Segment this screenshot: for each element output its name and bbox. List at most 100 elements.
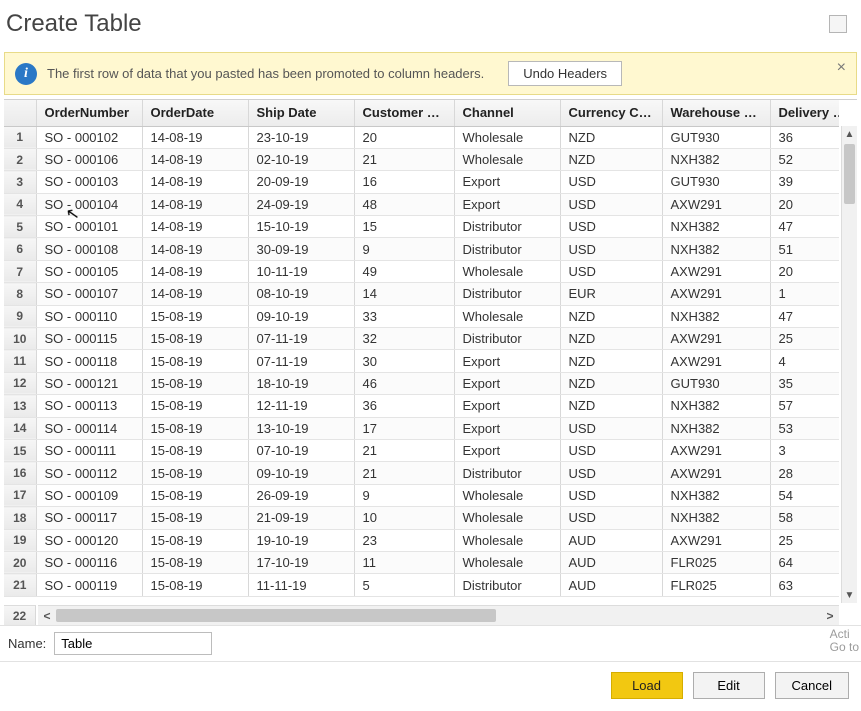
scroll-right-icon[interactable]: > [821,609,839,623]
cell[interactable]: 28 [770,462,839,484]
cell[interactable]: 52 [770,148,839,170]
table-row[interactable]: 4SO - 00010414-08-1924-09-1948ExportUSDA… [4,193,839,215]
cell[interactable]: 07-11-19 [248,350,354,372]
cell[interactable]: 13-10-19 [248,417,354,439]
scroll-left-icon[interactable]: < [38,609,56,623]
cell[interactable]: 14-08-19 [142,193,248,215]
cell[interactable]: 26-09-19 [248,484,354,506]
cell[interactable]: 15 [354,216,454,238]
col-header[interactable]: Ship Date [248,100,354,126]
cell[interactable]: 48 [354,193,454,215]
cell[interactable]: NXH382 [662,507,770,529]
cell[interactable]: SO - 000107 [36,283,142,305]
cell[interactable]: NXH382 [662,305,770,327]
cell[interactable]: SO - 000105 [36,260,142,282]
cell[interactable]: 14-08-19 [142,260,248,282]
table-row[interactable]: 20SO - 00011615-08-1917-10-1911Wholesale… [4,551,839,573]
table-row[interactable]: 15SO - 00011115-08-1907-10-1921ExportUSD… [4,439,839,461]
cell[interactable]: NZD [560,126,662,148]
cell[interactable]: 12-11-19 [248,395,354,417]
cell[interactable]: 1 [770,283,839,305]
col-header[interactable]: OrderNumber [36,100,142,126]
table-row[interactable]: 5SO - 00010114-08-1915-10-1915Distributo… [4,216,839,238]
cell[interactable]: 02-10-19 [248,148,354,170]
cell[interactable]: USD [560,171,662,193]
cell[interactable]: FLR025 [662,574,770,596]
cell[interactable]: 14-08-19 [142,238,248,260]
cell[interactable]: Wholesale [454,507,560,529]
cell[interactable]: Distributor [454,574,560,596]
scroll-up-icon[interactable]: ▲ [842,126,857,142]
cell[interactable]: SO - 000121 [36,372,142,394]
table-row[interactable]: 8SO - 00010714-08-1908-10-1914Distributo… [4,283,839,305]
cell[interactable]: SO - 000109 [36,484,142,506]
cell[interactable]: 32 [354,328,454,350]
cell[interactable]: 21 [354,462,454,484]
cell[interactable]: 5 [354,574,454,596]
table-row[interactable]: 18SO - 00011715-08-1921-09-1910Wholesale… [4,507,839,529]
cell[interactable]: 15-08-19 [142,395,248,417]
col-header[interactable]: OrderDate [142,100,248,126]
cell[interactable]: 24-09-19 [248,193,354,215]
cell[interactable]: NZD [560,148,662,170]
cell[interactable]: SO - 000111 [36,439,142,461]
cell[interactable]: AXW291 [662,350,770,372]
cell[interactable]: 21-09-19 [248,507,354,529]
table-row[interactable]: 2SO - 00010614-08-1902-10-1921WholesaleN… [4,148,839,170]
cell[interactable]: 30-09-19 [248,238,354,260]
cell[interactable]: 20 [770,260,839,282]
cell[interactable]: 14-08-19 [142,171,248,193]
cell[interactable]: SO - 000119 [36,574,142,596]
vertical-scrollbar[interactable]: ▲ ▼ [841,126,857,603]
cell[interactable]: 47 [770,216,839,238]
cell[interactable]: SO - 000110 [36,305,142,327]
cell[interactable]: Distributor [454,328,560,350]
cell[interactable]: 14-08-19 [142,283,248,305]
cell[interactable]: Export [454,417,560,439]
cell[interactable]: 08-10-19 [248,283,354,305]
cell[interactable]: Export [454,439,560,461]
cancel-button[interactable]: Cancel [775,672,849,699]
cell[interactable]: AUD [560,574,662,596]
cell[interactable]: 9 [354,238,454,260]
cell[interactable]: NZD [560,328,662,350]
cell[interactable]: NXH382 [662,417,770,439]
cell[interactable]: AXW291 [662,462,770,484]
cell[interactable]: 15-08-19 [142,372,248,394]
cell[interactable]: GUT930 [662,171,770,193]
cell[interactable]: 63 [770,574,839,596]
cell[interactable]: FLR025 [662,551,770,573]
cell[interactable]: NXH382 [662,395,770,417]
cell[interactable]: Distributor [454,462,560,484]
cell[interactable]: 15-08-19 [142,305,248,327]
cell[interactable]: Wholesale [454,529,560,551]
cell[interactable]: NZD [560,395,662,417]
cell[interactable]: GUT930 [662,372,770,394]
cell[interactable]: SO - 000101 [36,216,142,238]
cell[interactable]: 33 [354,305,454,327]
table-row[interactable]: 21SO - 00011915-08-1911-11-195Distributo… [4,574,839,596]
hscroll-thumb[interactable] [56,609,496,622]
edit-button[interactable]: Edit [693,672,765,699]
vscroll-thumb[interactable] [844,144,855,204]
cell[interactable]: 25 [770,529,839,551]
cell[interactable]: AXW291 [662,328,770,350]
col-header[interactable]: Customer Na... [354,100,454,126]
cell[interactable]: NXH382 [662,238,770,260]
cell[interactable]: 15-08-19 [142,417,248,439]
cell[interactable]: 21 [354,439,454,461]
cell[interactable]: SO - 000103 [36,171,142,193]
cell[interactable]: 14 [354,283,454,305]
load-button[interactable]: Load [611,672,683,699]
cell[interactable]: Distributor [454,216,560,238]
cell[interactable]: 16 [354,171,454,193]
cell[interactable]: Wholesale [454,484,560,506]
table-row[interactable]: 3SO - 00010314-08-1920-09-1916ExportUSDG… [4,171,839,193]
cell[interactable]: AUD [560,551,662,573]
cell[interactable]: Wholesale [454,126,560,148]
cell[interactable]: 36 [354,395,454,417]
table-row[interactable]: 17SO - 00010915-08-1926-09-199WholesaleU… [4,484,839,506]
cell[interactable]: 54 [770,484,839,506]
cell[interactable]: 47 [770,305,839,327]
cell[interactable]: Export [454,193,560,215]
